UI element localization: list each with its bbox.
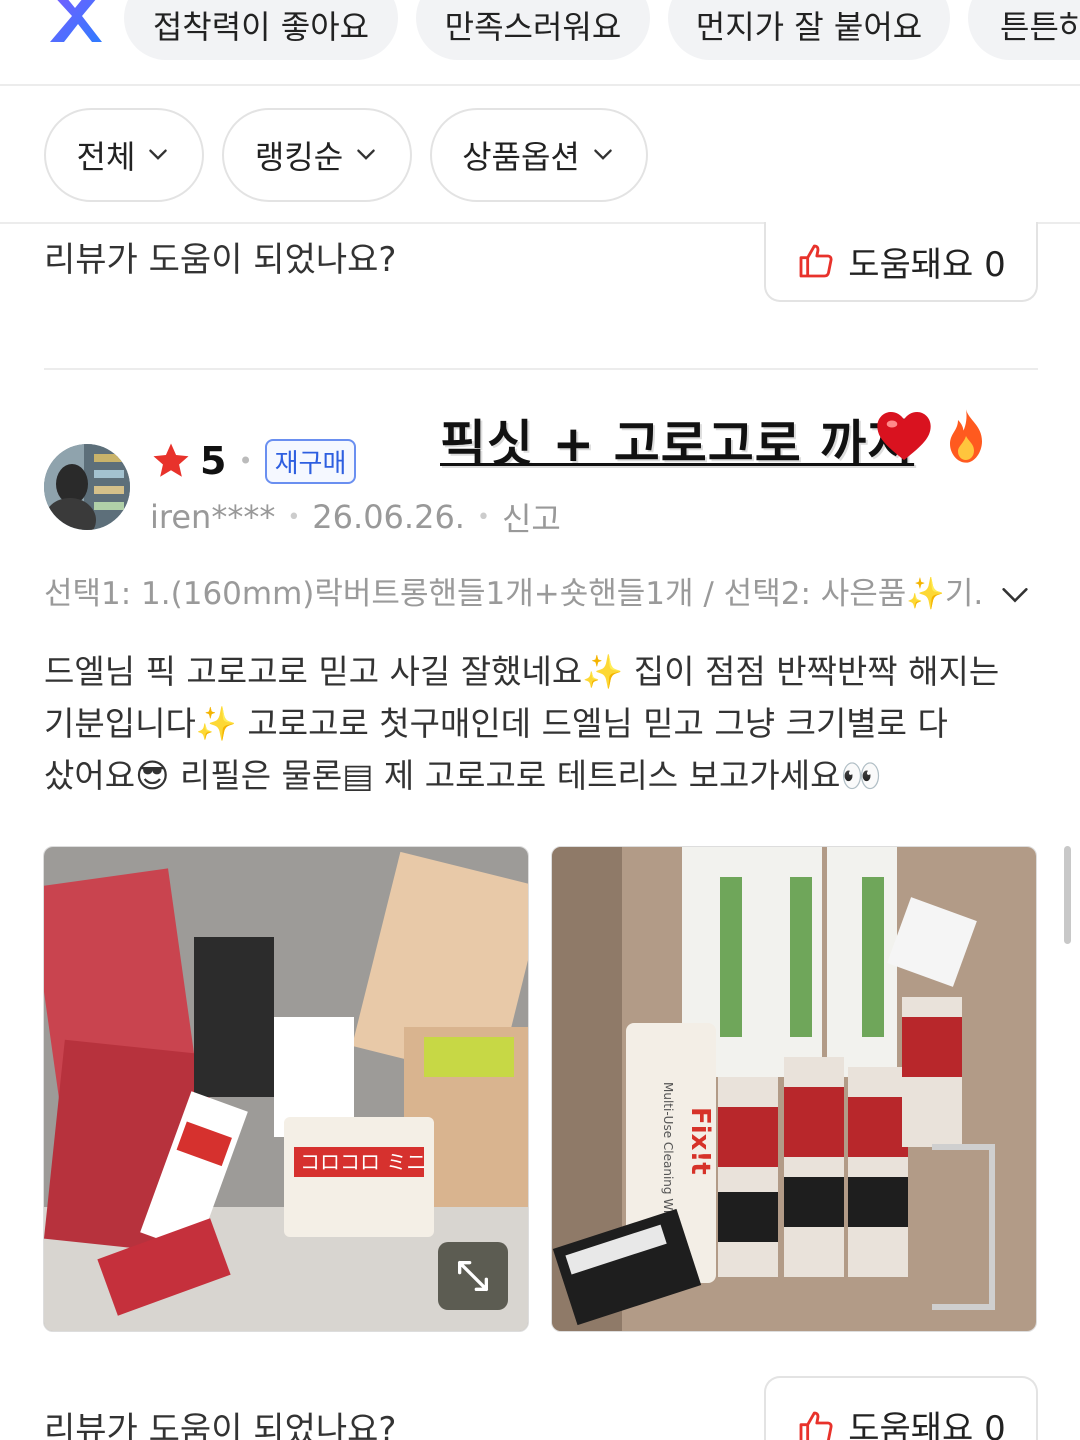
purchased-option: 선택1: 1.(160mm)락버트롱핸들1개+숏핸들1개 / 선택2: 사은품✨… <box>44 576 984 612</box>
rating-line: 5 • 재구매 <box>150 438 357 484</box>
thumb-up-icon <box>799 244 833 278</box>
star-icon <box>153 443 189 477</box>
reviewer-name: iren**** <box>150 498 276 536</box>
separator-dot: • <box>476 504 490 530</box>
review-body: 드엘님 픽 고로고로 믿고 사길 잘했네요✨ 집이 점점 반짝반짝 해지는 기분… <box>44 646 1034 802</box>
helpful-button[interactable]: 도움돼요 0 <box>764 1376 1038 1440</box>
review-body-line: 기분입니다✨ 고로고로 첫구매인데 드엘님 믿고 그냥 크기별로 다 <box>44 704 948 743</box>
keyword-chip-adhesion[interactable]: 접착력이 좋아요 <box>124 0 398 60</box>
helpful-question: 리뷰가 도움이 되었나요? <box>44 240 397 280</box>
helpful-question: 리뷰가 도움이 되었나요? <box>44 1410 397 1440</box>
rating-value: 5 <box>200 439 227 483</box>
chevron-down-icon <box>357 149 375 160</box>
review-body-line: 드엘님 픽 고로고로 믿고 사길 잘했네요✨ 집이 점점 반짝반짝 해지는 <box>44 652 1000 691</box>
helpful-button[interactable]: 도움돼요 0 <box>764 222 1038 302</box>
app-logo-icon <box>50 0 102 42</box>
helpful-row: 리뷰가 도움이 되었나요? 도움돼요 0 <box>44 1376 1038 1440</box>
scrollbar[interactable] <box>1064 846 1071 944</box>
keyword-chip-row: 접착력이 좋아요 만족스러워요 먼지가 잘 붙어요 튼튼하 <box>0 0 1080 86</box>
review-photo-2[interactable]: Fix!t Multi-Use Cleaning Wipes <box>551 846 1037 1332</box>
review-body-line: 샀어요😎 리필은 물론▤ 제 고로고로 테트리스 보고가세요👀 <box>44 756 882 795</box>
photo-image: Fix!t Multi-Use Cleaning Wipes <box>552 847 1036 1331</box>
filter-bar: 전체 랭킹순 상품옵션 <box>0 88 1080 224</box>
keyword-chip-satisfied[interactable]: 만족스러워요 <box>416 0 650 60</box>
review-divider <box>44 368 1038 370</box>
rebuy-badge: 재구매 <box>264 438 357 484</box>
separator-dot: • <box>238 447 253 475</box>
keyword-chip-sturdy[interactable]: 튼튼하 <box>968 0 1080 60</box>
svg-text:コロコロ ミニ: コロコロ ミニ <box>300 1150 426 1174</box>
helpful-row-previous: 리뷰가 도움이 되었나요? 도움돼요 0 <box>44 222 1038 302</box>
chevron-down-icon[interactable] <box>998 578 1032 612</box>
chevron-down-icon <box>594 149 612 160</box>
heart-emoji-icon <box>877 412 931 460</box>
review-meta: iren**** • 26.06.26. • 신고 <box>150 494 561 540</box>
review-title-overlay: 픽싯 + 고로고로 까지 <box>440 415 915 473</box>
report-link[interactable]: 신고 <box>502 494 561 540</box>
filter-option-button[interactable]: 상품옵션 <box>430 108 648 202</box>
thumb-up-icon <box>799 1411 833 1440</box>
svg-text:Fix!t: Fix!t <box>685 1107 715 1175</box>
filter-sort-button[interactable]: 랭킹순 <box>222 108 412 202</box>
expand-photo-button[interactable] <box>438 1242 508 1310</box>
fire-emoji-icon <box>950 409 982 463</box>
reviewer-avatar[interactable] <box>44 444 130 530</box>
chevron-down-icon <box>149 149 168 160</box>
separator-dot: • <box>287 504 301 530</box>
keyword-chip-dust[interactable]: 먼지가 잘 붙어요 <box>668 0 950 60</box>
avatar-image <box>44 444 130 530</box>
expand-icon <box>458 1261 488 1291</box>
review-date: 26.06.26. <box>312 498 465 536</box>
filter-all-button[interactable]: 전체 <box>44 108 204 202</box>
